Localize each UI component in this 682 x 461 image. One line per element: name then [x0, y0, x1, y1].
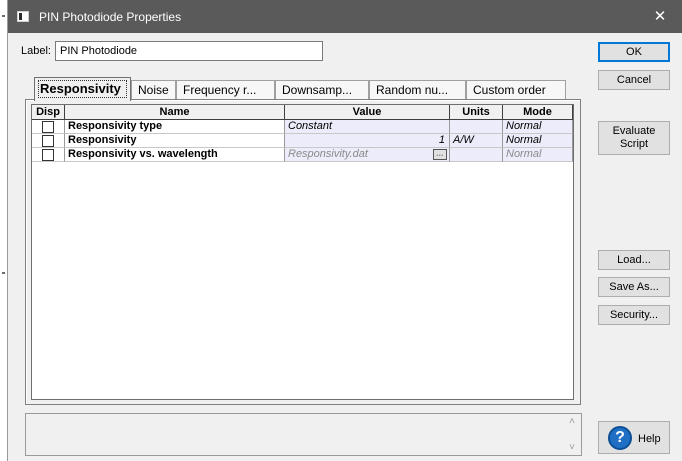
properties-dialog: PIN Photodiode Properties ✕ Label: OK Ca… [7, 0, 682, 461]
mode-cell[interactable]: Normal [503, 134, 573, 148]
security-button[interactable]: Security... [598, 305, 670, 325]
tab-responsivity[interactable]: Responsivity [34, 77, 131, 101]
window-icon [17, 11, 29, 22]
help-icon: ? [608, 426, 632, 450]
cancel-button[interactable]: Cancel [598, 70, 670, 90]
label-input[interactable] [55, 41, 323, 61]
tab-random-number[interactable]: Random nu... [369, 80, 466, 100]
close-icon[interactable]: ✕ [637, 0, 682, 33]
description-box[interactable]: ˄ ˅ [25, 413, 582, 456]
table-row[interactable]: Responsivity type Constant Normal [32, 120, 573, 134]
scroll-up-icon[interactable]: ˄ [569, 416, 575, 427]
name-cell: Responsivity vs. wavelength [65, 148, 285, 162]
browse-button[interactable]: ... [433, 149, 447, 160]
label-caption: Label: [21, 45, 51, 57]
edge-mark [2, 15, 5, 17]
tab-label: Custom order [473, 83, 546, 97]
parameters-table[interactable]: Disp Name Value Units Mode Responsivity … [31, 104, 574, 400]
save-as-button[interactable]: Save As... [598, 277, 670, 297]
background-window-edge [0, 0, 7, 461]
header-disp[interactable]: Disp [32, 105, 65, 120]
window-title: PIN Photodiode Properties [39, 10, 182, 24]
disp-checkbox[interactable] [42, 135, 54, 147]
evaluate-script-label-1: Evaluate [612, 125, 656, 137]
tab-frequency-response[interactable]: Frequency r... [176, 80, 275, 100]
units-cell [450, 148, 503, 162]
units-cell: A/W [450, 134, 503, 148]
tab-noise[interactable]: Noise [131, 80, 176, 100]
disp-checkbox[interactable] [42, 149, 54, 161]
name-cell: Responsivity type [65, 120, 285, 134]
disp-cell [32, 148, 65, 162]
tab-custom-order[interactable]: Custom order [466, 80, 566, 100]
name-cell: Responsivity [65, 134, 285, 148]
evaluate-script-label-2: Script [619, 138, 649, 150]
ok-button[interactable]: OK [598, 42, 670, 62]
table-row[interactable]: Responsivity vs. wavelength Responsivity… [32, 148, 573, 162]
value-text: Responsivity.dat [288, 148, 368, 160]
table-header: Disp Name Value Units Mode [32, 105, 573, 120]
load-button[interactable]: Load... [598, 250, 670, 270]
header-name[interactable]: Name [65, 105, 285, 120]
units-cell [450, 120, 503, 134]
mode-cell[interactable]: Normal [503, 120, 573, 134]
value-cell[interactable]: Responsivity.dat ... [285, 148, 450, 162]
disp-checkbox[interactable] [42, 121, 54, 133]
disp-cell [32, 134, 65, 148]
tab-downsampling[interactable]: Downsamp... [275, 80, 369, 100]
title-bar[interactable]: PIN Photodiode Properties ✕ [8, 0, 682, 33]
header-value[interactable]: Value [285, 105, 450, 120]
value-cell[interactable]: 1 [285, 134, 450, 148]
evaluate-script-button[interactable]: Evaluate Script [598, 121, 670, 155]
tab-label: Downsamp... [282, 83, 353, 97]
tab-label: Frequency r... [183, 83, 257, 97]
header-units[interactable]: Units [450, 105, 503, 120]
table-row[interactable]: Responsivity 1 A/W Normal [32, 134, 573, 148]
tab-panel: Disp Name Value Units Mode Responsivity … [25, 99, 581, 405]
value-cell[interactable]: Constant [285, 120, 450, 134]
help-label: Help [638, 433, 661, 445]
header-mode[interactable]: Mode [503, 105, 573, 120]
help-button[interactable]: ? Help [598, 421, 670, 454]
edge-mark [2, 272, 5, 274]
scroll-down-icon[interactable]: ˅ [569, 442, 575, 453]
tab-focus-rect [38, 80, 127, 98]
mode-cell[interactable]: Normal [503, 148, 573, 162]
disp-cell [32, 120, 65, 134]
tab-label: Noise [138, 83, 169, 97]
tab-label: Random nu... [376, 83, 449, 97]
